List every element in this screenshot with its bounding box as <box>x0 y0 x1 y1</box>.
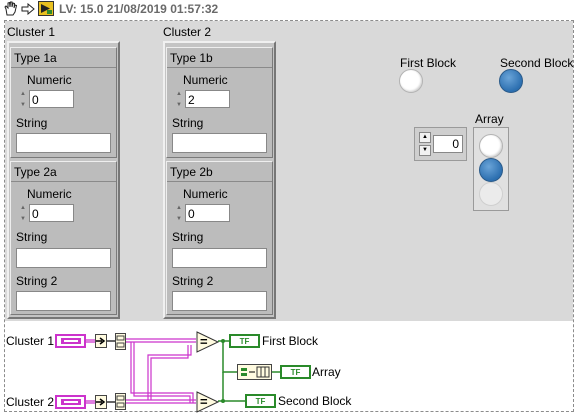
cluster-2-label: Cluster 2 <box>163 25 212 39</box>
spin-arrows-icon[interactable]: ▲ ▼ <box>419 132 431 156</box>
second-block-led[interactable] <box>499 69 523 93</box>
array-label: Array <box>475 112 504 126</box>
string-label: String <box>16 116 48 130</box>
unbundle-node-icon[interactable] <box>115 393 126 410</box>
hand-tool-icon[interactable] <box>2 1 18 16</box>
array-elements[interactable] <box>473 127 509 211</box>
front-panel: Cluster 1 Type 1a Numeric ▲ ▼ 0 String Ty… <box>5 21 573 321</box>
numeric-label: Numeric <box>27 187 72 201</box>
numeric-control[interactable]: ▲ ▼ 0 <box>17 204 74 224</box>
numeric-field[interactable]: 0 <box>29 90 74 108</box>
array-element-led[interactable] <box>479 182 503 206</box>
numeric-label: Numeric <box>27 73 72 87</box>
first-block-led[interactable] <box>399 69 423 93</box>
vi-icon[interactable] <box>38 1 54 16</box>
cluster-1-terminal[interactable] <box>55 334 86 348</box>
subcluster-label: Type 2a <box>14 165 57 179</box>
unbundle-arrow-icon[interactable] <box>95 395 107 409</box>
subcluster-type-2a[interactable]: Type 2a Numeric ▲ ▼ 0 String String 2 <box>10 161 117 315</box>
spin-arrows-icon[interactable]: ▲ ▼ <box>17 90 29 110</box>
subcluster-type-2b[interactable]: Type 2b Numeric ▲ ▼ 0 String String 2 <box>166 161 273 315</box>
cluster-1[interactable]: Type 1a Numeric ▲ ▼ 0 String Type 2a Nume… <box>7 41 120 319</box>
bd-array-label: Array <box>312 365 341 379</box>
string-field[interactable] <box>16 133 111 153</box>
array-element-led[interactable] <box>479 134 503 158</box>
numeric-field[interactable]: 0 <box>185 204 230 222</box>
bd-cluster-2-label: Cluster 2 <box>6 395 55 409</box>
array-terminal[interactable]: TF <box>280 365 311 379</box>
toolbar: LV: 15.0 21/08/2019 01:57:32 <box>0 0 578 18</box>
equals-node-1[interactable]: = <box>196 331 220 356</box>
string-field[interactable] <box>16 248 111 268</box>
string-2-field[interactable] <box>172 291 267 311</box>
subcluster-label: Type 1b <box>170 51 213 65</box>
numeric-control[interactable]: ▲ ▼ 2 <box>173 90 230 110</box>
array-index-field[interactable]: 0 <box>433 135 463 153</box>
spin-arrows-icon[interactable]: ▲ ▼ <box>173 204 185 224</box>
string-label: String <box>16 230 48 244</box>
subcluster-type-1a[interactable]: Type 1a Numeric ▲ ▼ 0 String <box>10 47 117 158</box>
first-block-label: First Block <box>400 56 457 70</box>
spin-arrows-icon[interactable]: ▲ ▼ <box>17 204 29 224</box>
equals-symbol: = <box>200 394 208 409</box>
subcluster-label: Type 1a <box>14 51 57 65</box>
numeric-control[interactable]: ▲ ▼ 0 <box>173 204 230 224</box>
array-index-control[interactable]: ▲ ▼ 0 <box>414 127 467 161</box>
string-field[interactable] <box>172 248 267 268</box>
numeric-field[interactable]: 0 <box>29 204 74 222</box>
numeric-label: Numeric <box>183 187 228 201</box>
unbundle-node-icon[interactable] <box>115 333 126 350</box>
string-label: String <box>172 116 204 130</box>
numeric-control[interactable]: ▲ ▼ 0 <box>17 90 74 110</box>
bd-second-block-label: Second Block <box>278 394 352 408</box>
equals-node-2[interactable]: = <box>196 391 220 416</box>
bd-cluster-1-label: Cluster 1 <box>6 334 55 348</box>
string-2-field[interactable] <box>16 291 111 311</box>
array-element-led[interactable] <box>479 158 503 182</box>
equals-symbol: = <box>200 334 208 349</box>
build-array-icon[interactable] <box>237 364 272 380</box>
subcluster-label: Type 2b <box>170 165 213 179</box>
subcluster-type-1b[interactable]: Type 1b Numeric ▲ ▼ 2 String <box>166 47 273 158</box>
string-label: String <box>172 230 204 244</box>
spin-arrows-icon[interactable]: ▲ ▼ <box>173 90 185 110</box>
second-block-label: Second Block <box>500 56 574 70</box>
string-2-label: String 2 <box>172 274 214 288</box>
numeric-label: Numeric <box>183 73 228 87</box>
vi-title: LV: 15.0 21/08/2019 01:57:32 <box>59 2 219 16</box>
bd-first-block-label: First Block <box>262 334 319 348</box>
cluster-2[interactable]: Type 1b Numeric ▲ ▼ 2 String Type 2b Nume… <box>163 41 276 319</box>
block-diagram: Cluster 1 Cluster 2 = = TF First Block T… <box>5 321 573 413</box>
first-block-terminal[interactable]: TF <box>229 334 260 348</box>
unbundle-arrow-icon[interactable] <box>95 334 107 348</box>
numeric-field[interactable]: 2 <box>185 90 230 108</box>
arrow-tool-icon[interactable] <box>21 1 35 16</box>
second-block-terminal[interactable]: TF <box>245 394 276 408</box>
string-field[interactable] <box>172 133 267 153</box>
cluster-1-label: Cluster 1 <box>7 25 56 39</box>
string-2-label: String 2 <box>16 274 58 288</box>
cluster-2-terminal[interactable] <box>55 395 86 409</box>
